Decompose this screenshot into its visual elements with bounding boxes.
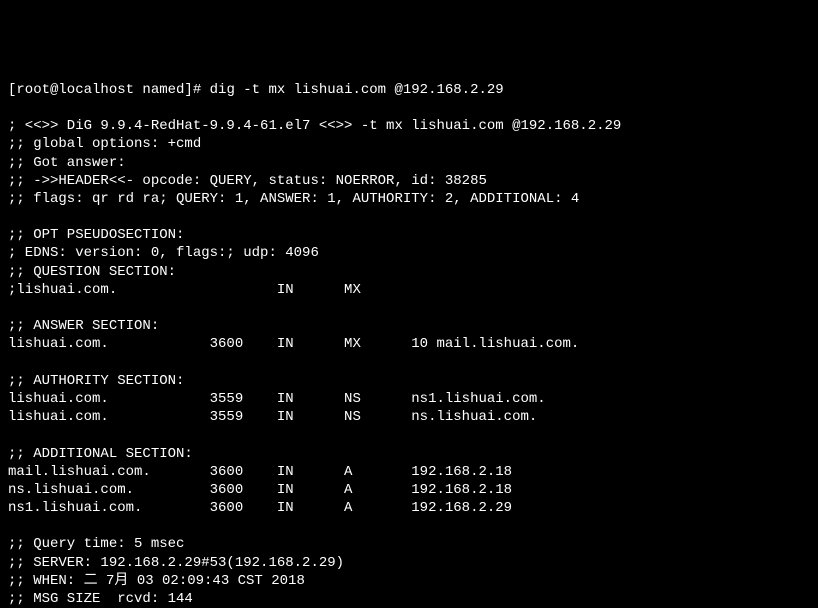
question-section-header: ;; QUESTION SECTION: [8, 264, 176, 280]
global-options: ;; global options: +cmd [8, 136, 201, 152]
shell-prompt: [root@localhost named]# [8, 82, 210, 98]
authority-record: lishuai.com. 3559 IN NS ns1.lishuai.com. [8, 391, 546, 407]
answer-record: lishuai.com. 3600 IN MX 10 mail.lishuai.… [8, 336, 579, 352]
empty-line [8, 427, 16, 443]
empty-line [8, 355, 16, 371]
empty-line [8, 100, 16, 116]
flags-line: ;; flags: qr rd ra; QUERY: 1, ANSWER: 1,… [8, 191, 579, 207]
additional-record: ns.lishuai.com. 3600 IN A 192.168.2.18 [8, 482, 512, 498]
empty-line [8, 300, 16, 316]
dig-header: ; <<>> DiG 9.9.4-RedHat-9.9.4-61.el7 <<>… [8, 118, 621, 134]
prompt-line[interactable]: [root@localhost named]# dig -t mx lishua… [8, 82, 504, 98]
additional-record: mail.lishuai.com. 3600 IN A 192.168.2.18 [8, 464, 512, 480]
got-answer: ;; Got answer: [8, 155, 126, 171]
additional-record: ns1.lishuai.com. 3600 IN A 192.168.2.29 [8, 500, 512, 516]
answer-section-header: ;; ANSWER SECTION: [8, 318, 159, 334]
server-line: ;; SERVER: 192.168.2.29#53(192.168.2.29) [8, 555, 344, 571]
additional-section-header: ;; ADDITIONAL SECTION: [8, 446, 193, 462]
edns-line: ; EDNS: version: 0, flags:; udp: 4096 [8, 245, 319, 261]
msg-size: ;; MSG SIZE rcvd: 144 [8, 591, 193, 607]
header-info: ;; ->>HEADER<<- opcode: QUERY, status: N… [8, 173, 487, 189]
opt-section-header: ;; OPT PSEUDOSECTION: [8, 227, 184, 243]
empty-line [8, 518, 16, 534]
authority-section-header: ;; AUTHORITY SECTION: [8, 373, 184, 389]
authority-record: lishuai.com. 3559 IN NS ns.lishuai.com. [8, 409, 537, 425]
when-line: ;; WHEN: 二 7月 03 02:09:43 CST 2018 [8, 573, 305, 589]
empty-line [8, 209, 16, 225]
question-record: ;lishuai.com. IN MX [8, 282, 361, 298]
shell-command: dig -t mx lishuai.com @192.168.2.29 [210, 82, 504, 98]
query-time: ;; Query time: 5 msec [8, 536, 184, 552]
